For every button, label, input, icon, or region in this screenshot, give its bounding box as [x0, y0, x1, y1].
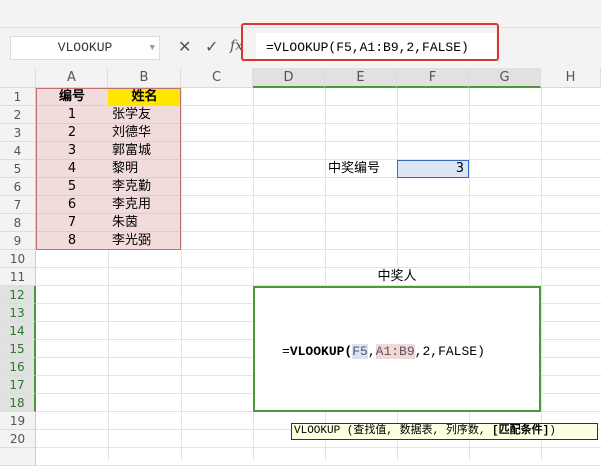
row-header-1[interactable]: 1 [0, 88, 36, 106]
cancel-icon[interactable]: ✕ [178, 37, 191, 56]
tooltip-close: ) [549, 425, 556, 437]
row-header-13[interactable]: 13 [0, 304, 36, 322]
cell-formula-edit[interactable]: =VLOOKUP(F5,A1:B9,2,FALSE) [282, 344, 485, 359]
highlight-box [241, 23, 499, 61]
chevron-down-icon[interactable]: ▼ [150, 37, 155, 59]
range-a1-b9-highlight [36, 88, 181, 250]
row-header-17[interactable]: 17 [0, 376, 36, 394]
col-header-f[interactable]: F [397, 68, 469, 88]
formula-eq: = [282, 344, 290, 359]
lookup-label: 中奖编号 [328, 161, 381, 176]
name-box-value: VLOOKUP [57, 40, 113, 55]
cell-f5[interactable]: 3 [397, 160, 469, 178]
col-header-a[interactable]: A [36, 68, 108, 88]
row-header-6[interactable]: 6 [0, 178, 36, 196]
tooltip-fn[interactable]: VLOOKUP [294, 425, 340, 437]
col-header-b[interactable]: B [108, 68, 181, 88]
row-header-19[interactable]: 19 [0, 412, 36, 430]
row-header-20[interactable]: 20 [0, 430, 36, 448]
col-header-d[interactable]: D [253, 68, 325, 88]
tooltip-optional-arg: [匹配条件] [492, 425, 550, 437]
row-header-2[interactable]: 2 [0, 106, 36, 124]
row-header-8[interactable]: 8 [0, 214, 36, 232]
formula-ref-f5: F5 [352, 344, 368, 359]
col-header-h[interactable]: H [541, 68, 601, 88]
col-header-c[interactable]: C [181, 68, 253, 88]
result-title: 中奖人 [377, 269, 417, 284]
row-header-14[interactable]: 14 [0, 322, 36, 340]
row-header-9[interactable]: 9 [0, 232, 36, 250]
select-all-corner[interactable] [0, 68, 36, 88]
col-header-e[interactable]: E [325, 68, 397, 88]
formula-rest: ,2,FALSE) [414, 344, 485, 359]
row-header-12[interactable]: 12 [0, 286, 36, 304]
row-header-16[interactable]: 16 [0, 358, 36, 376]
confirm-icon[interactable]: ✓ [205, 37, 218, 56]
col-header-g[interactable]: G [469, 68, 541, 88]
column-header-bar: A B C D E F G H [0, 68, 601, 88]
grid-col-line [181, 88, 182, 460]
row-header-7[interactable]: 7 [0, 196, 36, 214]
formula-ref-a1b9: A1:B9 [375, 344, 415, 359]
row-header-11[interactable]: 11 [0, 268, 36, 286]
formula-function: VLOOKUP [289, 344, 345, 359]
row-header-15[interactable]: 15 [0, 340, 36, 358]
row-header-3[interactable]: 3 [0, 124, 36, 142]
function-tooltip: VLOOKUP (查找值, 数据表, 列序数, [匹配条件]) [291, 423, 598, 440]
formula-sep: , [367, 344, 376, 359]
grid-col-line [541, 88, 542, 460]
row-header-5[interactable]: 5 [0, 160, 36, 178]
name-box[interactable]: VLOOKUP ▼ [10, 36, 160, 60]
row-header-18[interactable]: 18 [0, 394, 36, 412]
row-header-4[interactable]: 4 [0, 142, 36, 160]
tooltip-args: (查找值, 数据表, 列序数, [340, 425, 493, 437]
row-header-10[interactable]: 10 [0, 250, 36, 268]
grid-row-line [36, 447, 601, 448]
row-header-21[interactable] [0, 448, 36, 466]
